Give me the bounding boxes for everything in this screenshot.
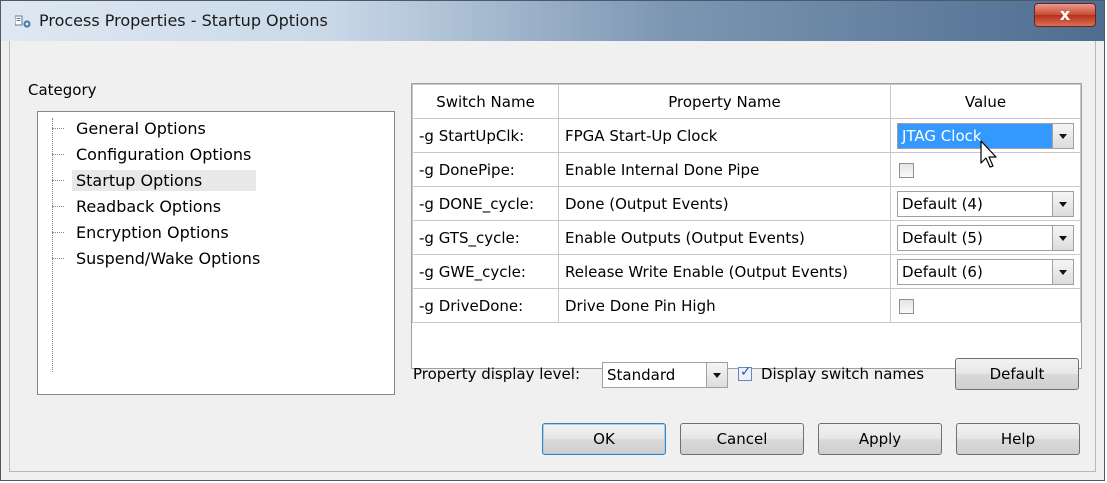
property-name-cell: Drive Done Pin High (558, 288, 891, 323)
window-title: Process Properties - Startup Options (39, 11, 328, 30)
table-row[interactable]: -g DONE_cycle: Done (Output Events) Defa… (412, 186, 1081, 221)
value-cell: Default (5) (890, 220, 1081, 255)
property-grid: Switch Name Property Name Value -g Start… (411, 83, 1082, 369)
switch-name-cell: -g GWE_cycle: (412, 254, 559, 289)
display-switch-names-label[interactable]: Display switch names (761, 365, 924, 383)
cancel-button[interactable]: Cancel (680, 423, 804, 455)
value-cell (890, 288, 1081, 323)
drive-done-checkbox[interactable] (899, 298, 914, 314)
gwe-cycle-dropdown[interactable]: Default (6) (897, 258, 1074, 285)
title-bar[interactable]: Process Properties - Startup Options x (1, 1, 1104, 41)
display-switch-names-checkbox[interactable] (738, 364, 752, 381)
table-row[interactable]: -g GTS_cycle: Enable Outputs (Output Eve… (412, 220, 1081, 255)
close-icon: x (1059, 5, 1071, 24)
tree-item-label: Suspend/Wake Options (76, 249, 261, 268)
tree-item-label: Startup Options (72, 170, 257, 191)
table-row[interactable]: -g DriveDone: Drive Done Pin High (412, 288, 1081, 323)
tree-item-label: Encryption Options (76, 223, 229, 242)
value-cell: Default (6) (890, 254, 1081, 289)
help-button[interactable]: Help (956, 423, 1080, 455)
switch-name-cell: -g GTS_cycle: (412, 220, 559, 255)
property-name-cell: Enable Outputs (Output Events) (558, 220, 891, 255)
chevron-down-icon[interactable] (706, 363, 727, 387)
gts-cycle-dropdown[interactable]: Default (5) (897, 224, 1074, 251)
table-row[interactable]: -g GWE_cycle: Release Write Enable (Outp… (412, 254, 1081, 289)
ok-button[interactable]: OK (542, 423, 666, 455)
property-name-cell: Release Write Enable (Output Events) (558, 254, 891, 289)
process-properties-dialog: Process Properties - Startup Options x C… (0, 0, 1105, 481)
switch-name-cell: -g StartUpClk: (412, 118, 559, 153)
tree-guide-line (52, 118, 53, 372)
dropdown-value: Standard (607, 366, 676, 384)
property-name-cell: Done (Output Events) (558, 186, 891, 221)
done-cycle-dropdown[interactable]: Default (4) (897, 190, 1074, 217)
chevron-down-icon[interactable] (1052, 123, 1073, 148)
tree-item-label: Readback Options (76, 197, 222, 216)
apply-button[interactable]: Apply (818, 423, 942, 455)
column-header-switch-name[interactable]: Switch Name (412, 84, 559, 119)
mouse-pointer-icon (980, 140, 997, 168)
default-button[interactable]: Default (955, 358, 1079, 390)
dropdown-value: JTAG Clock (902, 126, 982, 145)
property-name-cell: FPGA Start-Up Clock (558, 118, 891, 153)
category-tree[interactable]: General Options Configuration Options St… (37, 111, 395, 395)
dropdown-value: Default (6) (902, 262, 983, 281)
switch-name-cell: -g DonePipe: (412, 152, 559, 187)
category-label: Category (28, 81, 97, 99)
tree-item-label: Configuration Options (76, 145, 252, 164)
chevron-down-icon[interactable] (1052, 191, 1073, 216)
property-display-level-dropdown[interactable]: Standard (602, 362, 728, 388)
close-button[interactable]: x (1034, 3, 1096, 27)
dropdown-value: Default (5) (902, 228, 983, 247)
property-name-cell: Enable Internal Done Pipe (558, 152, 891, 187)
done-pipe-checkbox[interactable] (899, 162, 914, 178)
process-properties-icon (15, 15, 31, 28)
dropdown-value: Default (4) (902, 194, 983, 213)
switch-name-cell: -g DriveDone: (412, 288, 559, 323)
chevron-down-icon[interactable] (1052, 259, 1073, 284)
property-display-level-label: Property display level: (413, 365, 580, 383)
tree-item-label: General Options (76, 119, 206, 138)
chevron-down-icon[interactable] (1052, 225, 1073, 250)
switch-name-cell: -g DONE_cycle: (412, 186, 559, 221)
column-header-value[interactable]: Value (890, 84, 1081, 119)
column-header-property-name[interactable]: Property Name (558, 84, 891, 119)
table-header-row: Switch Name Property Name Value (412, 84, 1081, 119)
value-cell: Default (4) (890, 186, 1081, 221)
